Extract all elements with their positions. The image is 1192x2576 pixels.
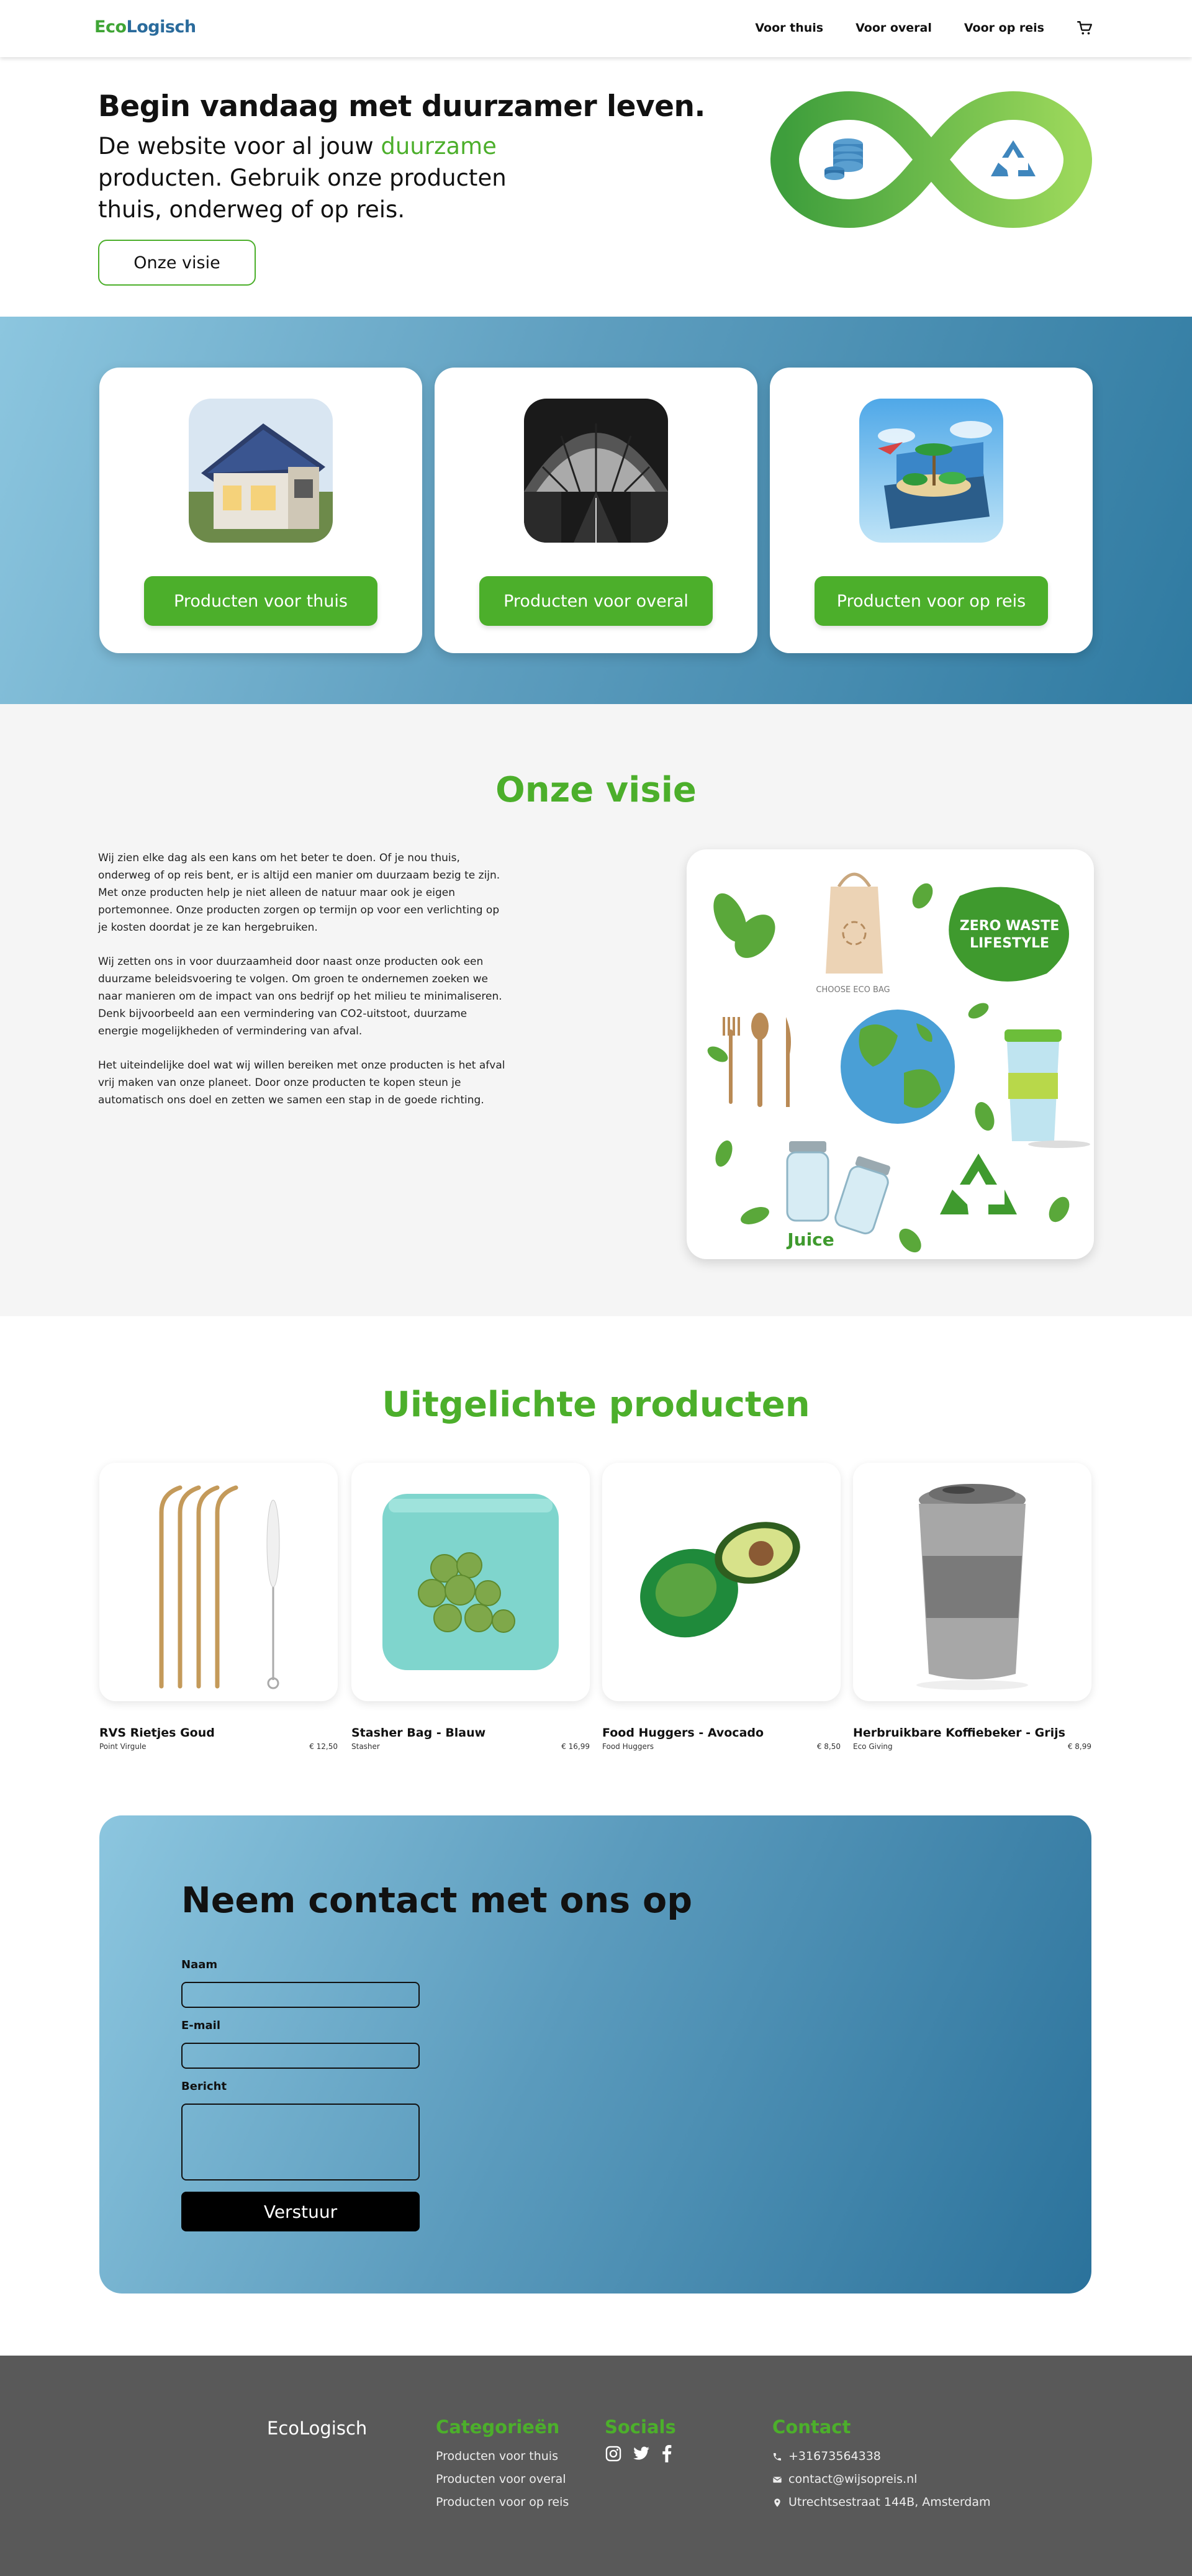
footer-socials-title: Socials: [605, 2416, 676, 2438]
footer-address: Utrechtsestraat 144B, Amsterdam: [772, 2491, 991, 2514]
twitter-icon[interactable]: [632, 2445, 651, 2465]
hero-sub-after: producten. Gebruik onze producten thuis,…: [98, 165, 507, 223]
message-field[interactable]: [181, 2104, 420, 2181]
food-huggers-avocado-image: [602, 1463, 841, 1701]
product-meta: Stasher € 16,99: [351, 1742, 590, 1751]
instagram-icon[interactable]: [605, 2445, 622, 2465]
name-label: Naam: [181, 1958, 218, 1971]
hero-sub-before: De website voor al jouw: [98, 133, 381, 160]
send-button[interactable]: Verstuur: [181, 2192, 420, 2231]
nav-links: Voor thuis Voor overal Voor op reis: [723, 20, 1093, 36]
message-label: Bericht: [181, 2080, 227, 2093]
footer-link-overal[interactable]: Producten voor overal: [436, 2468, 569, 2491]
footer-categories-title: Categorieën: [436, 2416, 560, 2438]
product-meta: Point Virgule € 12,50: [99, 1742, 338, 1751]
footer-brand: EcoLogisch: [267, 2418, 368, 2439]
product-card[interactable]: Food Huggers - Avocado Food Huggers € 8,…: [602, 1463, 841, 1751]
phone-icon: [774, 2452, 781, 2461]
product-price: € 8,50: [816, 1742, 841, 1751]
coffee-cup-grey-image: [853, 1463, 1091, 1701]
producten-voor-overal-button[interactable]: Producten voor overal: [479, 576, 713, 626]
product-name: Herbruikbare Koffiebeker - Grijs: [853, 1726, 1065, 1740]
nav-link-voor-overal[interactable]: Voor overal: [856, 21, 932, 35]
vision-paragraph: Wij zien elke dag als een kans om het be…: [98, 852, 500, 934]
logo-eco: Eco: [94, 17, 127, 37]
juice-text: Juice: [786, 1229, 834, 1250]
hero-title: Begin vandaag met duurzamer leven.: [98, 89, 705, 124]
footer-email[interactable]: contact@wijsopreis.nl: [772, 2468, 991, 2491]
name-field[interactable]: [181, 1982, 420, 2008]
suitcase-island-image: [859, 399, 1003, 543]
train-station-image: [524, 399, 668, 543]
badge-line2: LIFESTYLE: [970, 936, 1049, 951]
mail-icon: [772, 2476, 782, 2483]
recycle-icon: [940, 1154, 1017, 1214]
footer-phone[interactable]: +31673564338: [772, 2445, 991, 2468]
email-field[interactable]: [181, 2043, 420, 2069]
shopping-cart-icon[interactable]: [1077, 20, 1093, 36]
footer: EcoLogisch Categorieën Producten voor th…: [0, 2356, 1192, 2576]
vision-paragraph: Wij zetten ons in voor duurzaamheid door…: [98, 956, 502, 1037]
footer-contact-title: Contact: [772, 2416, 851, 2438]
product-brand: Point Virgule: [99, 1742, 147, 1751]
onze-visie-button[interactable]: Onze visie: [98, 240, 256, 286]
zero-waste-poster: CHOOSE ECO BAG ZERO WASTE LIFESTYLE Juic…: [687, 849, 1094, 1259]
footer-link-op-reis[interactable]: Producten voor op reis: [436, 2491, 569, 2514]
category-card-op-reis: Producten voor op reis: [770, 368, 1093, 653]
vision-text: Wij zien elke dag als een kans om het be…: [98, 849, 508, 1126]
product-price: € 12,50: [309, 1742, 338, 1751]
logo-logisch: Logisch: [126, 17, 197, 37]
product-card[interactable]: Stasher Bag - Blauw Stasher € 16,99: [351, 1463, 590, 1751]
category-section: Producten voor thuis Producten voor over…: [0, 317, 1192, 704]
footer-link-thuis[interactable]: Producten voor thuis: [436, 2445, 569, 2468]
badge-line1: ZERO WASTE: [960, 918, 1059, 934]
footer-contact: Contact +31673564338 contact@wijsopreis.…: [772, 2416, 991, 2514]
email-label: E-mail: [181, 2019, 221, 2032]
house-solar-panels-image: [189, 399, 333, 543]
footer-phone-text: +31673564338: [788, 2449, 881, 2463]
vision-title: Onze visie: [495, 770, 697, 810]
site-logo[interactable]: EcoLogisch: [94, 17, 196, 37]
product-brand: Food Huggers: [602, 1742, 654, 1751]
product-price: € 8,99: [1067, 1742, 1091, 1751]
stasher-bag-image: [351, 1463, 590, 1701]
product-name: Food Huggers - Avocado: [602, 1726, 764, 1740]
bag-text: CHOOSE ECO BAG: [816, 985, 890, 995]
product-meta: Food Huggers € 8,50: [602, 1742, 841, 1751]
vision-paragraph: Het uiteindelijke doel wat wij willen be…: [98, 1059, 505, 1106]
nav-link-voor-thuis[interactable]: Voor thuis: [755, 21, 823, 35]
product-card[interactable]: Herbruikbare Koffiebeker - Grijs Eco Giv…: [853, 1463, 1091, 1751]
hero-subtitle: De website voor al jouw duurzame product…: [98, 130, 545, 225]
product-brand: Eco Giving: [853, 1742, 893, 1751]
top-navbar: EcoLogisch Voor thuis Voor overal Voor o…: [0, 0, 1192, 57]
featured-products-section: Uitgelichte producten RVS Rietjes Goud P…: [0, 1316, 1192, 1815]
hero-section: Begin vandaag met duurzamer leven. De we…: [0, 57, 1192, 317]
hero-sub-highlight: duurzame: [381, 133, 497, 160]
product-meta: Eco Giving € 8,99: [853, 1742, 1091, 1751]
nav-link-voor-op-reis[interactable]: Voor op reis: [964, 21, 1044, 35]
producten-voor-thuis-button[interactable]: Producten voor thuis: [144, 576, 377, 626]
contact-title: Neem contact met ons op: [181, 1880, 692, 1921]
facebook-icon[interactable]: [661, 2445, 673, 2465]
footer-socials: Socials: [605, 2416, 683, 2465]
footer-address-text: Utrechtsestraat 144B, Amsterdam: [788, 2495, 991, 2509]
product-price: € 16,99: [561, 1742, 590, 1751]
infinity-sustainability-logo: [767, 83, 1095, 236]
location-pin-icon: [774, 2498, 780, 2507]
footer-categories: Categorieën Producten voor thuis Product…: [436, 2416, 569, 2514]
product-brand: Stasher: [351, 1742, 380, 1751]
contact-form-section: Neem contact met ons op Naam E-mail Beri…: [99, 1815, 1091, 2294]
rvs-straws-image: [99, 1463, 338, 1701]
producten-voor-op-reis-button[interactable]: Producten voor op reis: [815, 576, 1048, 626]
product-name: RVS Rietjes Goud: [99, 1726, 215, 1740]
vision-section: Onze visie Wij zien elke dag als een kan…: [0, 704, 1192, 1316]
footer-email-text: contact@wijsopreis.nl: [788, 2472, 918, 2486]
product-name: Stasher Bag - Blauw: [351, 1726, 486, 1740]
product-card[interactable]: RVS Rietjes Goud Point Virgule € 12,50: [99, 1463, 338, 1751]
products-title: Uitgelichte producten: [382, 1385, 810, 1425]
category-card-overal: Producten voor overal: [435, 368, 757, 653]
category-card-thuis: Producten voor thuis: [99, 368, 422, 653]
